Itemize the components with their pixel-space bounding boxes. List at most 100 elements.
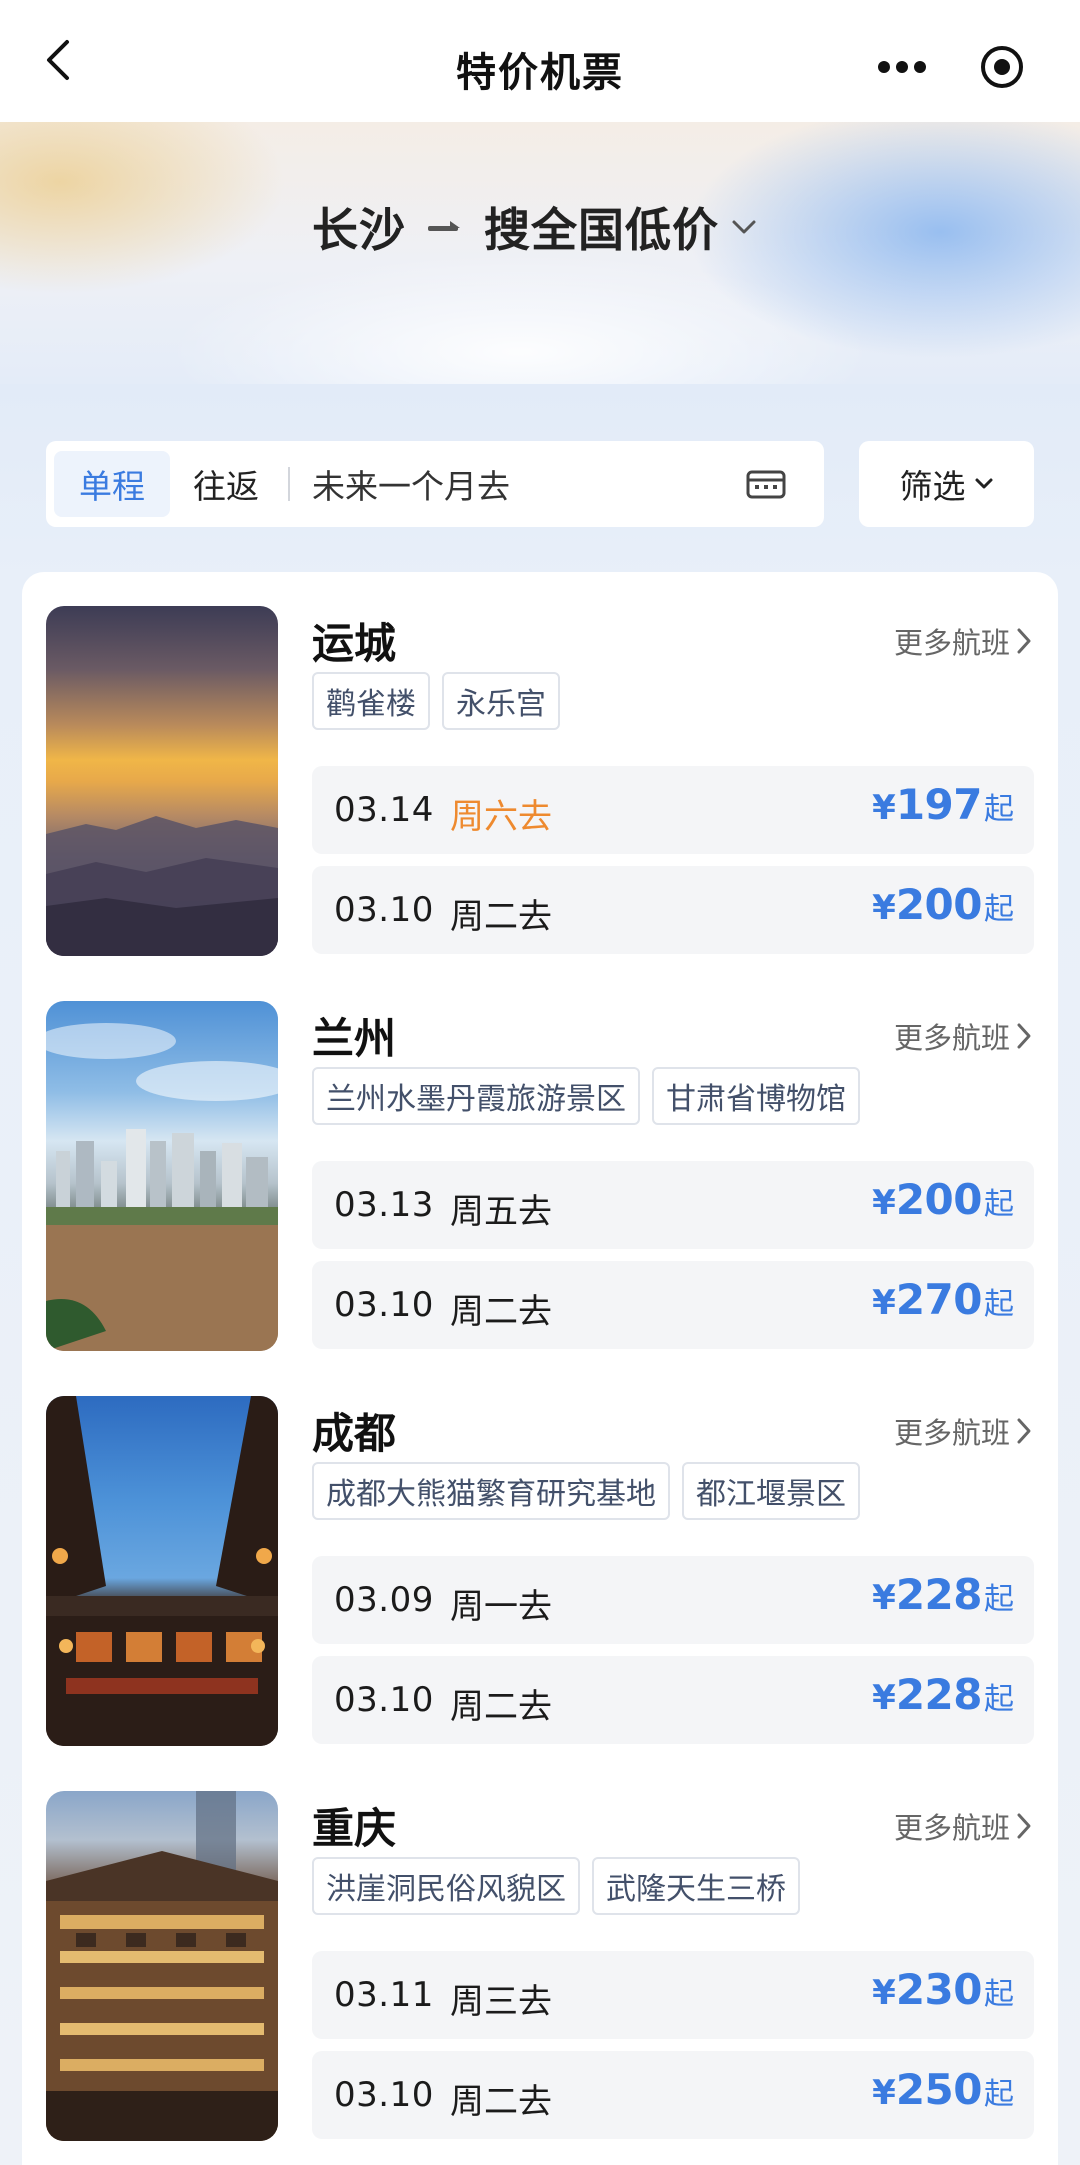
more-flights-label: 更多航班: [893, 1021, 1010, 1055]
fare-row[interactable]: 03.09 周一去 ¥ 228 起: [312, 1556, 1034, 1644]
currency-symbol: ¥: [872, 788, 896, 828]
fare-weekday: 周二去: [450, 2082, 552, 2122]
close-miniprogram-button[interactable]: [952, 30, 1052, 104]
price-suffix: 起: [984, 792, 1014, 827]
fare-date: 03.14: [334, 790, 434, 830]
more-flights-link[interactable]: 更多航班: [894, 1015, 1032, 1057]
fare-row[interactable]: 03.10 周二去 ¥ 228 起: [312, 1656, 1034, 1744]
destination-selector[interactable]: 搜全国低价: [484, 194, 719, 260]
currency-symbol: ¥: [872, 1183, 896, 1223]
destination-list: 运城 更多航班 鹳雀楼 永乐宫 03.14 周六去 ¥ 197 起 03.10 …: [22, 572, 1058, 2165]
chevron-right-icon: [1016, 1417, 1032, 1445]
tab-oneway[interactable]: 单程: [54, 451, 170, 517]
fare-row[interactable]: 03.13 周五去 ¥ 200 起: [312, 1161, 1034, 1249]
trip-options-bar: 单程 往返 未来一个月去: [46, 441, 824, 527]
price-value: 200: [895, 1175, 983, 1224]
fare-price: ¥ 197 起: [872, 780, 1014, 829]
nav-bar: 特价机票: [0, 0, 1080, 122]
price-value: 200: [895, 880, 983, 929]
fare-row[interactable]: 03.14 周六去 ¥ 197 起: [312, 766, 1034, 854]
currency-symbol: ¥: [872, 1578, 896, 1618]
more-dots-icon: [878, 61, 926, 73]
attraction-tag[interactable]: 成都大熊猫繁育研究基地: [312, 1462, 670, 1520]
attraction-tag[interactable]: 洪崖洞民俗风貌区: [312, 1857, 580, 1915]
price-value: 228: [895, 1570, 983, 1619]
attraction-tags: 成都大熊猫繁育研究基地 都江堰景区: [312, 1462, 860, 1520]
chevron-right-icon: [1016, 1812, 1032, 1840]
destination-photo: [46, 1001, 278, 1351]
attraction-tags: 洪崖洞民俗风貌区 武隆天生三桥: [312, 1857, 800, 1915]
attraction-tags: 鹳雀楼 永乐宫: [312, 672, 560, 730]
fare-date: 03.09: [334, 1580, 434, 1620]
chevron-right-icon: [1016, 1022, 1032, 1050]
fare-weekday: 周二去: [450, 897, 552, 937]
destination-name: 运城: [312, 619, 397, 668]
price-suffix: 起: [984, 1582, 1014, 1617]
currency-symbol: ¥: [872, 888, 896, 928]
currency-symbol: ¥: [872, 1283, 896, 1323]
fare-price: ¥ 250 起: [872, 2065, 1014, 2114]
more-flights-link[interactable]: 更多航班: [894, 1410, 1032, 1452]
price-suffix: 起: [984, 1977, 1014, 2012]
fare-price: ¥ 228 起: [872, 1570, 1014, 1619]
fare-date: 03.10: [334, 1680, 434, 1720]
more-options-button[interactable]: [852, 30, 952, 104]
destination-card[interactable]: 运城 更多航班 鹳雀楼 永乐宫 03.14 周六去 ¥ 197 起 03.10 …: [22, 572, 1058, 956]
origin-city[interactable]: 长沙: [312, 194, 406, 260]
more-flights-link[interactable]: 更多航班: [894, 620, 1032, 662]
fare-date: 03.10: [334, 1285, 434, 1325]
currency-symbol: ¥: [872, 2073, 896, 2113]
fare-date: 03.11: [334, 1975, 434, 2015]
fare-weekday: 周六去: [450, 797, 552, 837]
fare-row[interactable]: 03.11 周三去 ¥ 230 起: [312, 1951, 1034, 2039]
price-value: 228: [895, 1670, 983, 1719]
divider: [288, 467, 290, 501]
calendar-icon[interactable]: [736, 454, 796, 514]
attraction-tag[interactable]: 武隆天生三桥: [592, 1857, 800, 1915]
fare-weekday: 周一去: [450, 1587, 552, 1627]
fare-row[interactable]: 03.10 周二去 ¥ 270 起: [312, 1261, 1034, 1349]
hero-banner: 长沙 搜全国低价: [0, 122, 1080, 384]
price-suffix: 起: [984, 2077, 1014, 2112]
more-flights-label: 更多航班: [893, 1811, 1010, 1845]
price-value: 250: [895, 2065, 983, 2114]
destination-card[interactable]: 重庆 更多航班 洪崖洞民俗风貌区 武隆天生三桥 03.11 周三去 ¥ 230 …: [22, 1757, 1058, 2141]
fare-weekday: 周三去: [450, 1982, 552, 2022]
price-suffix: 起: [984, 1187, 1014, 1222]
destination-photo: [46, 1396, 278, 1746]
destination-name: 兰州: [312, 1014, 397, 1063]
price-suffix: 起: [984, 1287, 1014, 1322]
date-range-selector[interactable]: 未来一个月去: [312, 460, 736, 508]
miniprogram-capsule: [852, 30, 1052, 104]
destination-name: 成都: [312, 1409, 397, 1458]
attraction-tag[interactable]: 都江堰景区: [682, 1462, 860, 1520]
price-value: 230: [895, 1965, 983, 2014]
attraction-tag[interactable]: 鹳雀楼: [312, 672, 430, 730]
attraction-tag[interactable]: 兰州水墨丹霞旅游景区: [312, 1067, 640, 1125]
fare-weekday: 周二去: [450, 1687, 552, 1727]
fare-price: ¥ 228 起: [872, 1670, 1014, 1719]
destination-card[interactable]: 兰州 更多航班 兰州水墨丹霞旅游景区 甘肃省博物馆 03.13 周五去 ¥ 20…: [22, 967, 1058, 1351]
tab-roundtrip[interactable]: 往返: [170, 451, 282, 517]
fare-price: ¥ 230 起: [872, 1965, 1014, 2014]
chevron-down-icon: [731, 219, 757, 235]
fare-date: 03.10: [334, 2075, 434, 2115]
price-suffix: 起: [984, 1682, 1014, 1717]
fare-date: 03.10: [334, 890, 434, 930]
fare-date: 03.13: [334, 1185, 434, 1225]
route-selector[interactable]: 长沙 搜全国低价: [312, 192, 757, 262]
attraction-tag[interactable]: 永乐宫: [442, 672, 560, 730]
fare-row[interactable]: 03.10 周二去 ¥ 250 起: [312, 2051, 1034, 2139]
filter-button[interactable]: 筛选: [859, 441, 1034, 527]
fare-weekday: 周二去: [450, 1292, 552, 1332]
price-value: 270: [895, 1275, 983, 1324]
filter-label: 筛选: [899, 467, 966, 506]
fare-row[interactable]: 03.10 周二去 ¥ 200 起: [312, 866, 1034, 954]
route-arrow-icon: [428, 220, 462, 234]
destination-photo: [46, 606, 278, 956]
more-flights-link[interactable]: 更多航班: [894, 1805, 1032, 1847]
destination-card[interactable]: 成都 更多航班 成都大熊猫繁育研究基地 都江堰景区 03.09 周一去 ¥ 22…: [22, 1362, 1058, 1746]
price-suffix: 起: [984, 892, 1014, 927]
attraction-tag[interactable]: 甘肃省博物馆: [652, 1067, 860, 1125]
more-flights-label: 更多航班: [893, 1416, 1010, 1450]
